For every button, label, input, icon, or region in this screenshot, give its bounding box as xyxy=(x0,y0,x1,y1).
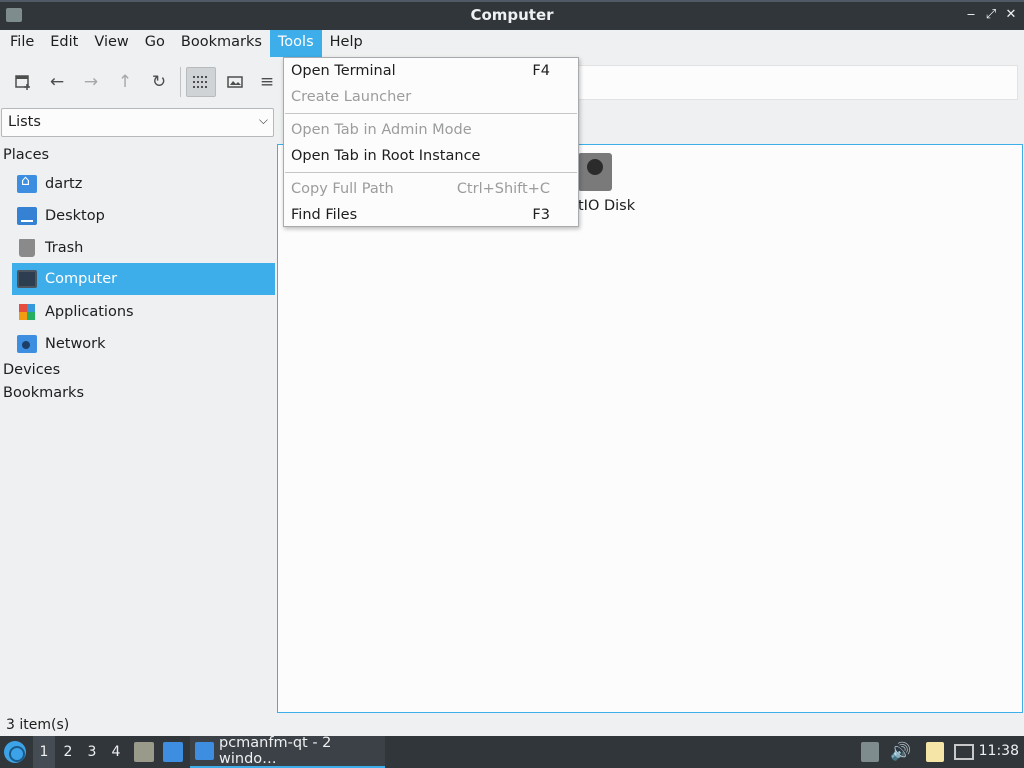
bookmarks-heading[interactable]: Bookmarks xyxy=(3,385,84,401)
menu-item-create-launcher[interactable]: Create Launcher xyxy=(284,84,578,110)
menu-bookmarks[interactable]: Bookmarks xyxy=(173,30,270,57)
menu-item-label: Open Tab in Admin Mode xyxy=(291,122,472,138)
tools-menu-dropdown: Open Terminal F4 Create Launcher Open Ta… xyxy=(283,57,579,227)
file-manager-launcher-icon[interactable] xyxy=(134,742,154,762)
thumbnail-view-icon[interactable] xyxy=(220,67,250,97)
menu-help[interactable]: Help xyxy=(322,30,371,57)
list-view-icon[interactable]: ≡ xyxy=(254,67,280,97)
folder-icon xyxy=(195,742,214,760)
forward-arrow-icon[interactable]: → xyxy=(76,67,106,97)
sidebar-item-desktop[interactable]: Desktop xyxy=(12,200,275,232)
sidebar-item-computer[interactable]: Computer xyxy=(12,263,275,295)
side-pane-mode-value: Lists xyxy=(8,114,41,130)
menu-item-shortcut: F4 xyxy=(532,63,550,79)
menu-item-label: Open Terminal xyxy=(291,63,396,79)
menu-item-copy-full-path[interactable]: Copy Full Path Ctrl+Shift+C xyxy=(284,176,578,202)
network-status-icon[interactable] xyxy=(954,744,974,760)
sidebar-item-label: Network xyxy=(45,336,106,352)
menu-item-label: Create Launcher xyxy=(291,89,412,105)
menu-item-open-tab-root[interactable]: Open Tab in Root Instance xyxy=(284,143,578,169)
status-text: 3 item(s) xyxy=(6,717,70,733)
menu-file[interactable]: File xyxy=(2,30,42,57)
desktop-switch-1[interactable]: 1 xyxy=(33,736,55,768)
home-folder-icon xyxy=(17,173,37,193)
sidebar-item-label: Computer xyxy=(45,271,118,287)
reload-icon[interactable]: ↻ xyxy=(144,67,174,97)
start-menu-icon[interactable] xyxy=(4,741,26,763)
disk-icon[interactable] xyxy=(578,153,612,191)
desktop-switch-2[interactable]: 2 xyxy=(57,736,79,768)
applications-icon xyxy=(17,303,37,321)
close-icon[interactable]: ✕ xyxy=(1004,7,1018,23)
maximize-icon[interactable]: ⤢ xyxy=(984,7,998,23)
sidebar-item-label: Trash xyxy=(45,240,84,256)
menu-go[interactable]: Go xyxy=(137,30,173,57)
trash-icon xyxy=(19,239,35,257)
menu-item-label: Open Tab in Root Instance xyxy=(291,148,481,164)
menu-item-label: Find Files xyxy=(291,207,358,223)
sidebar-item-label: dartz xyxy=(45,176,83,192)
icon-view-icon[interactable] xyxy=(186,67,216,97)
network-icon xyxy=(17,335,37,353)
folder-view[interactable] xyxy=(277,144,1023,713)
volume-icon[interactable]: 🔊 xyxy=(890,742,911,762)
sidebar-item-dartz[interactable]: dartz xyxy=(12,168,275,200)
side-pane-mode-select[interactable]: Lists ⌵ xyxy=(1,108,274,137)
desktop-switch-4[interactable]: 4 xyxy=(105,736,127,768)
window-titlebar[interactable]: Computer ‒ ⤢ ✕ xyxy=(0,0,1024,30)
menu-bar: File Edit View Go Bookmarks Tools Help xyxy=(0,30,1024,57)
show-desktop-icon[interactable] xyxy=(163,742,183,762)
window-title: Computer xyxy=(470,6,554,24)
menu-view[interactable]: View xyxy=(86,30,136,57)
sidebar-item-trash[interactable]: Trash xyxy=(12,232,275,264)
menu-item-shortcut: Ctrl+Shift+C xyxy=(456,181,550,197)
sidebar: Places dartz Desktop Trash Computer Appl… xyxy=(0,142,276,710)
clock[interactable]: 11:38 xyxy=(979,743,1019,759)
desktop-switch-3[interactable]: 3 xyxy=(81,736,103,768)
menu-separator xyxy=(285,172,577,173)
computer-icon xyxy=(17,270,37,288)
removable-media-icon[interactable] xyxy=(861,742,879,762)
sidebar-item-label: Applications xyxy=(45,304,134,320)
sidebar-item-applications[interactable]: Applications xyxy=(12,296,275,328)
sidebar-item-label: Desktop xyxy=(45,208,105,224)
menu-edit[interactable]: Edit xyxy=(42,30,86,57)
taskbar: 1 2 3 4 pcmanfm-qt - 2 windo… 🔊 11:38 xyxy=(0,735,1024,768)
menu-item-open-terminal[interactable]: Open Terminal F4 xyxy=(284,58,578,84)
menu-item-label: Copy Full Path xyxy=(291,181,394,197)
back-arrow-icon[interactable]: ← xyxy=(42,67,72,97)
menu-item-open-tab-admin[interactable]: Open Tab in Admin Mode xyxy=(284,117,578,143)
menu-item-find-files[interactable]: Find Files F3 xyxy=(284,202,578,228)
devices-heading[interactable]: Devices xyxy=(3,362,60,378)
desktop-icon xyxy=(17,207,37,225)
clipboard-icon[interactable] xyxy=(926,742,944,762)
toolbar-separator xyxy=(180,67,181,97)
up-arrow-icon[interactable]: ↑ xyxy=(110,67,140,97)
disk-label[interactable]: tIO Disk xyxy=(578,198,635,214)
menu-tools[interactable]: Tools xyxy=(269,30,322,57)
new-tab-icon[interactable] xyxy=(8,67,38,97)
places-heading[interactable]: Places xyxy=(3,147,49,163)
taskbar-window-button[interactable]: pcmanfm-qt - 2 windo… xyxy=(190,735,385,768)
menu-item-shortcut: F3 xyxy=(532,207,550,223)
menu-separator xyxy=(285,113,577,114)
path-bar[interactable] xyxy=(578,65,1018,100)
taskbar-window-label: pcmanfm-qt - 2 windo… xyxy=(219,735,332,767)
sidebar-item-network[interactable]: Network xyxy=(12,328,275,360)
minimize-icon[interactable]: ‒ xyxy=(964,7,978,23)
chevron-down-icon: ⌵ xyxy=(258,113,268,127)
